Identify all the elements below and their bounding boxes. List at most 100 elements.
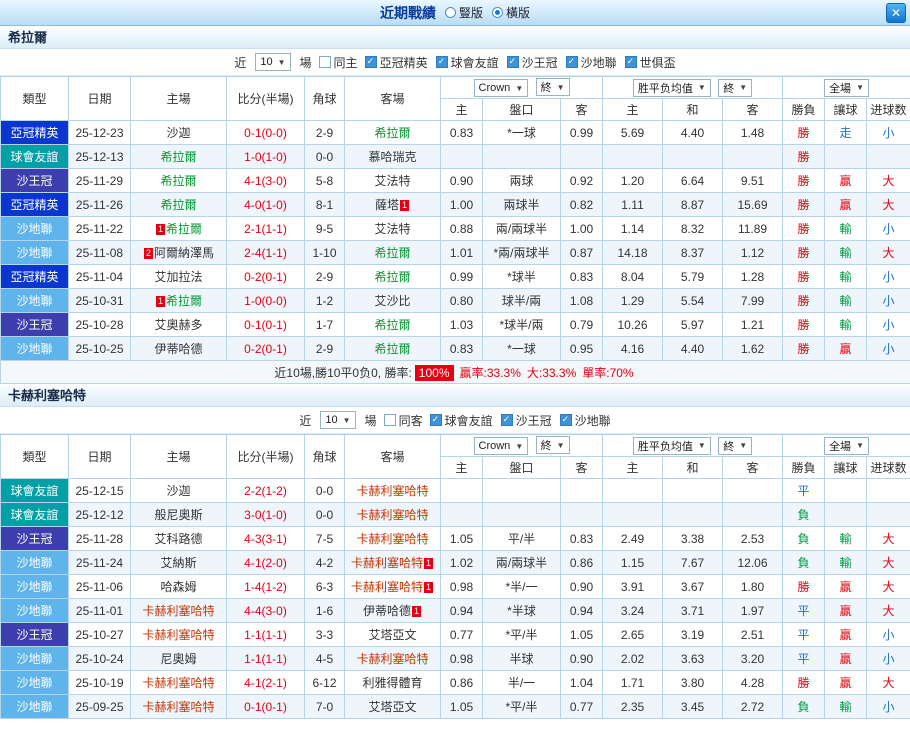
checkbox-checked-icon[interactable]: [625, 56, 637, 68]
average-odds-select[interactable]: 胜平负均值▼: [633, 437, 711, 455]
outcome-cell: 勝: [783, 121, 825, 145]
scope-select[interactable]: 全場▼: [824, 437, 869, 455]
near-label: 近: [234, 54, 246, 71]
same-venue-filter[interactable]: 同主: [319, 54, 358, 71]
view-option-horizontal[interactable]: 橫版: [492, 4, 530, 21]
league-type-badge: 沙王冠: [1, 623, 69, 647]
odds-away-cell: 0.92: [561, 169, 603, 193]
checkbox-checked-icon[interactable]: [430, 414, 442, 426]
avg-away-cell: 11.89: [723, 217, 783, 241]
team-name: 卡赫利塞哈特: [356, 532, 428, 546]
away-team-cell: 慕哈瑞克: [345, 145, 441, 169]
match-count-select[interactable]: 10 ▼: [320, 411, 355, 429]
handicap-result-cell: 贏: [825, 193, 867, 217]
avg-away-cell: 15.69: [723, 193, 783, 217]
league-type-badge: 球會友誼: [1, 479, 69, 503]
home-team-cell: 1希拉爾: [131, 289, 227, 313]
radio-unchecked-icon[interactable]: [445, 7, 456, 18]
league-filter[interactable]: 球會友誼: [430, 412, 493, 429]
match-count-select[interactable]: 10 ▼: [255, 53, 290, 71]
score-cell: 2-1(1-1): [227, 217, 305, 241]
checkbox-checked-icon[interactable]: [365, 56, 377, 68]
avg-draw-cell: [663, 479, 723, 503]
avg-away-cell: 1.48: [723, 121, 783, 145]
bookmaker-select[interactable]: Crown▼: [474, 79, 529, 97]
average-stage-select[interactable]: 終▼: [718, 79, 752, 97]
home-team-cell: 卡赫利塞哈特: [131, 599, 227, 623]
match-row: 沙地聯25-11-01卡赫利塞哈特4-4(3-0)1-6伊蒂哈德10.94*半球…: [1, 599, 910, 623]
checkbox-checked-icon[interactable]: [566, 56, 578, 68]
close-button[interactable]: ✕: [886, 3, 906, 23]
bookmaker-odds-group: Crown▼ 終▼: [441, 77, 603, 99]
league-type-badge: 沙地聯: [1, 671, 69, 695]
odds-away-cell: 0.77: [561, 695, 603, 719]
match-row: 沙地聯25-11-06哈森姆1-4(1-2)6-3卡赫利塞哈特10.98*半/一…: [1, 575, 910, 599]
league-type-badge: 沙地聯: [1, 575, 69, 599]
league-filter-label: 球會友誼: [445, 412, 493, 429]
team-name: 艾沙比: [374, 294, 410, 308]
radio-checked-icon[interactable]: [492, 7, 503, 18]
match-date-cell: 25-09-25: [69, 695, 131, 719]
view-option-vertical[interactable]: 豎版: [445, 4, 483, 21]
average-odds-select[interactable]: 胜平负均值▼: [633, 79, 711, 97]
dropdown-arrow-icon: ▼: [739, 83, 747, 92]
match-row: 沙地聯25-10-311希拉爾1-0(0-0)1-2艾沙比0.80球半/兩1.0…: [1, 289, 910, 313]
col-header-home: 主場: [131, 435, 227, 479]
team-name: 哈森姆: [160, 580, 196, 594]
avg-draw-cell: 3.80: [663, 671, 723, 695]
near-label: 近: [299, 412, 311, 429]
league-filter[interactable]: 沙地聯: [560, 412, 611, 429]
checkbox-unchecked-icon[interactable]: [319, 56, 331, 68]
dropdown-arrow-icon: ▼: [739, 441, 747, 450]
avg-home-cell: 8.04: [603, 265, 663, 289]
league-filter[interactable]: 球會友誼: [436, 54, 499, 71]
match-count-value: 10: [260, 56, 272, 68]
league-filter[interactable]: 沙王冠: [507, 54, 558, 71]
league-filter-label: 沙地聯: [581, 54, 617, 71]
checkbox-checked-icon[interactable]: [436, 56, 448, 68]
col-header-handicap-line: 盤口: [483, 457, 561, 479]
bookmaker-select[interactable]: Crown▼: [474, 437, 529, 455]
avg-away-cell: [723, 145, 783, 169]
score-cell: 1-0(0-0): [227, 289, 305, 313]
team-name: 沙迦: [166, 484, 190, 498]
scope-select[interactable]: 全場▼: [824, 79, 869, 97]
avg-home-cell: 2.65: [603, 623, 663, 647]
dropdown-arrow-icon: ▼: [278, 58, 286, 67]
league-filter[interactable]: 沙地聯: [566, 54, 617, 71]
col-header-away: 客場: [345, 435, 441, 479]
avg-home-cell: 2.02: [603, 647, 663, 671]
corners-cell: 2-9: [305, 337, 345, 361]
same-venue-label: 同主: [334, 54, 358, 71]
corners-cell: 0-0: [305, 145, 345, 169]
average-stage-select[interactable]: 終▼: [718, 437, 752, 455]
same-venue-filter[interactable]: 同客: [384, 412, 423, 429]
filter-bar: 近 10 ▼ 場 同主 亞冠精英球會友誼沙王冠沙地聯世俱盃: [0, 49, 910, 76]
handicap-line-cell: 兩/兩球半: [483, 217, 561, 241]
league-filter[interactable]: 亞冠精英: [365, 54, 428, 71]
checkbox-unchecked-icon[interactable]: [384, 414, 396, 426]
scope-select-value: 全場: [829, 438, 851, 454]
outcome-cell: 勝: [783, 289, 825, 313]
home-team-cell: 卡赫利塞哈特: [131, 671, 227, 695]
team-section-header: 卡赫利塞哈特: [0, 384, 910, 407]
scope-select-value: 全場: [829, 80, 851, 96]
avg-home-cell: [603, 503, 663, 527]
league-filter[interactable]: 世俱盃: [625, 54, 676, 71]
match-date-cell: 25-10-31: [69, 289, 131, 313]
col-header-avg-draw: 和: [663, 99, 723, 121]
handicap-line-cell: *平/半: [483, 695, 561, 719]
checkbox-checked-icon[interactable]: [501, 414, 513, 426]
handicap-line-cell: 半球: [483, 647, 561, 671]
odds-stage-select[interactable]: 終▼: [536, 436, 570, 454]
checkbox-checked-icon[interactable]: [560, 414, 572, 426]
dropdown-arrow-icon: ▼: [698, 441, 706, 450]
home-team-cell: 般尼奧斯: [131, 503, 227, 527]
summary-cell: 近10場,勝10平0负0, 勝率:100%贏率:33.3%大:33.3%單率:7…: [1, 361, 910, 384]
checkbox-checked-icon[interactable]: [507, 56, 519, 68]
avg-home-cell: 2.49: [603, 527, 663, 551]
team-name: 希拉爾: [374, 270, 410, 284]
odds-stage-select[interactable]: 終▼: [536, 78, 570, 96]
result-scope-group: 全場▼: [783, 77, 910, 99]
league-filter[interactable]: 沙王冠: [501, 412, 552, 429]
